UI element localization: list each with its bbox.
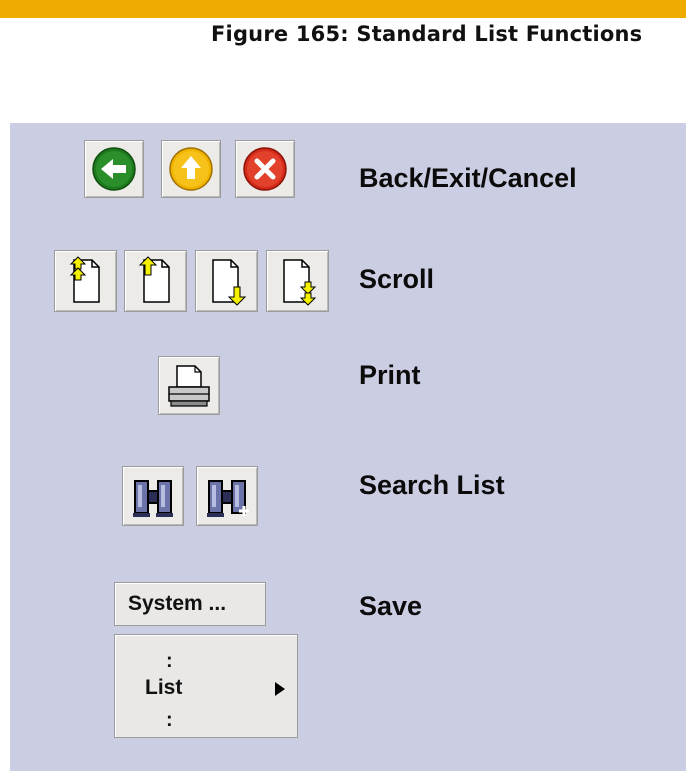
last-page-icon [282,259,316,306]
last-page-button[interactable] [266,250,329,312]
previous-page-icon [138,256,170,303]
menu-item-list[interactable]: List [115,673,297,703]
print-label: Print [359,360,421,390]
binoculars-plus-icon [207,480,249,517]
exit-button[interactable] [161,140,221,198]
first-page-icon [69,256,100,303]
menu-item-label: List [145,676,183,699]
menu-ellipsis-top: : [166,650,173,672]
accent-bar [0,0,686,18]
next-page-button[interactable] [195,250,258,312]
illustration-panel [10,123,686,771]
cancel-icon [243,147,287,191]
search-list-label: Search List [359,470,505,500]
submenu-arrow-icon [275,682,285,696]
back-button[interactable] [84,140,144,198]
exit-icon [169,147,213,191]
next-page-icon [211,259,246,306]
print-button[interactable] [158,356,220,415]
figure-title: Figure 165: Standard List Functions [211,22,643,46]
binoculars-icon [133,480,173,517]
back-icon [92,147,136,191]
scroll-label: Scroll [359,264,435,294]
save-label: Save [359,591,423,621]
back-exit-cancel-label: Back/Exit/Cancel [359,163,577,193]
first-page-button[interactable] [54,250,117,312]
printer-icon [168,364,210,407]
cancel-button[interactable] [235,140,295,198]
previous-page-button[interactable] [124,250,187,312]
system-submenu: : List : [114,634,298,738]
menu-ellipsis-bottom: : [166,709,173,731]
find-next-button[interactable] [196,466,258,526]
find-button[interactable] [122,466,184,526]
system-menu-button[interactable]: System ... [114,582,266,626]
